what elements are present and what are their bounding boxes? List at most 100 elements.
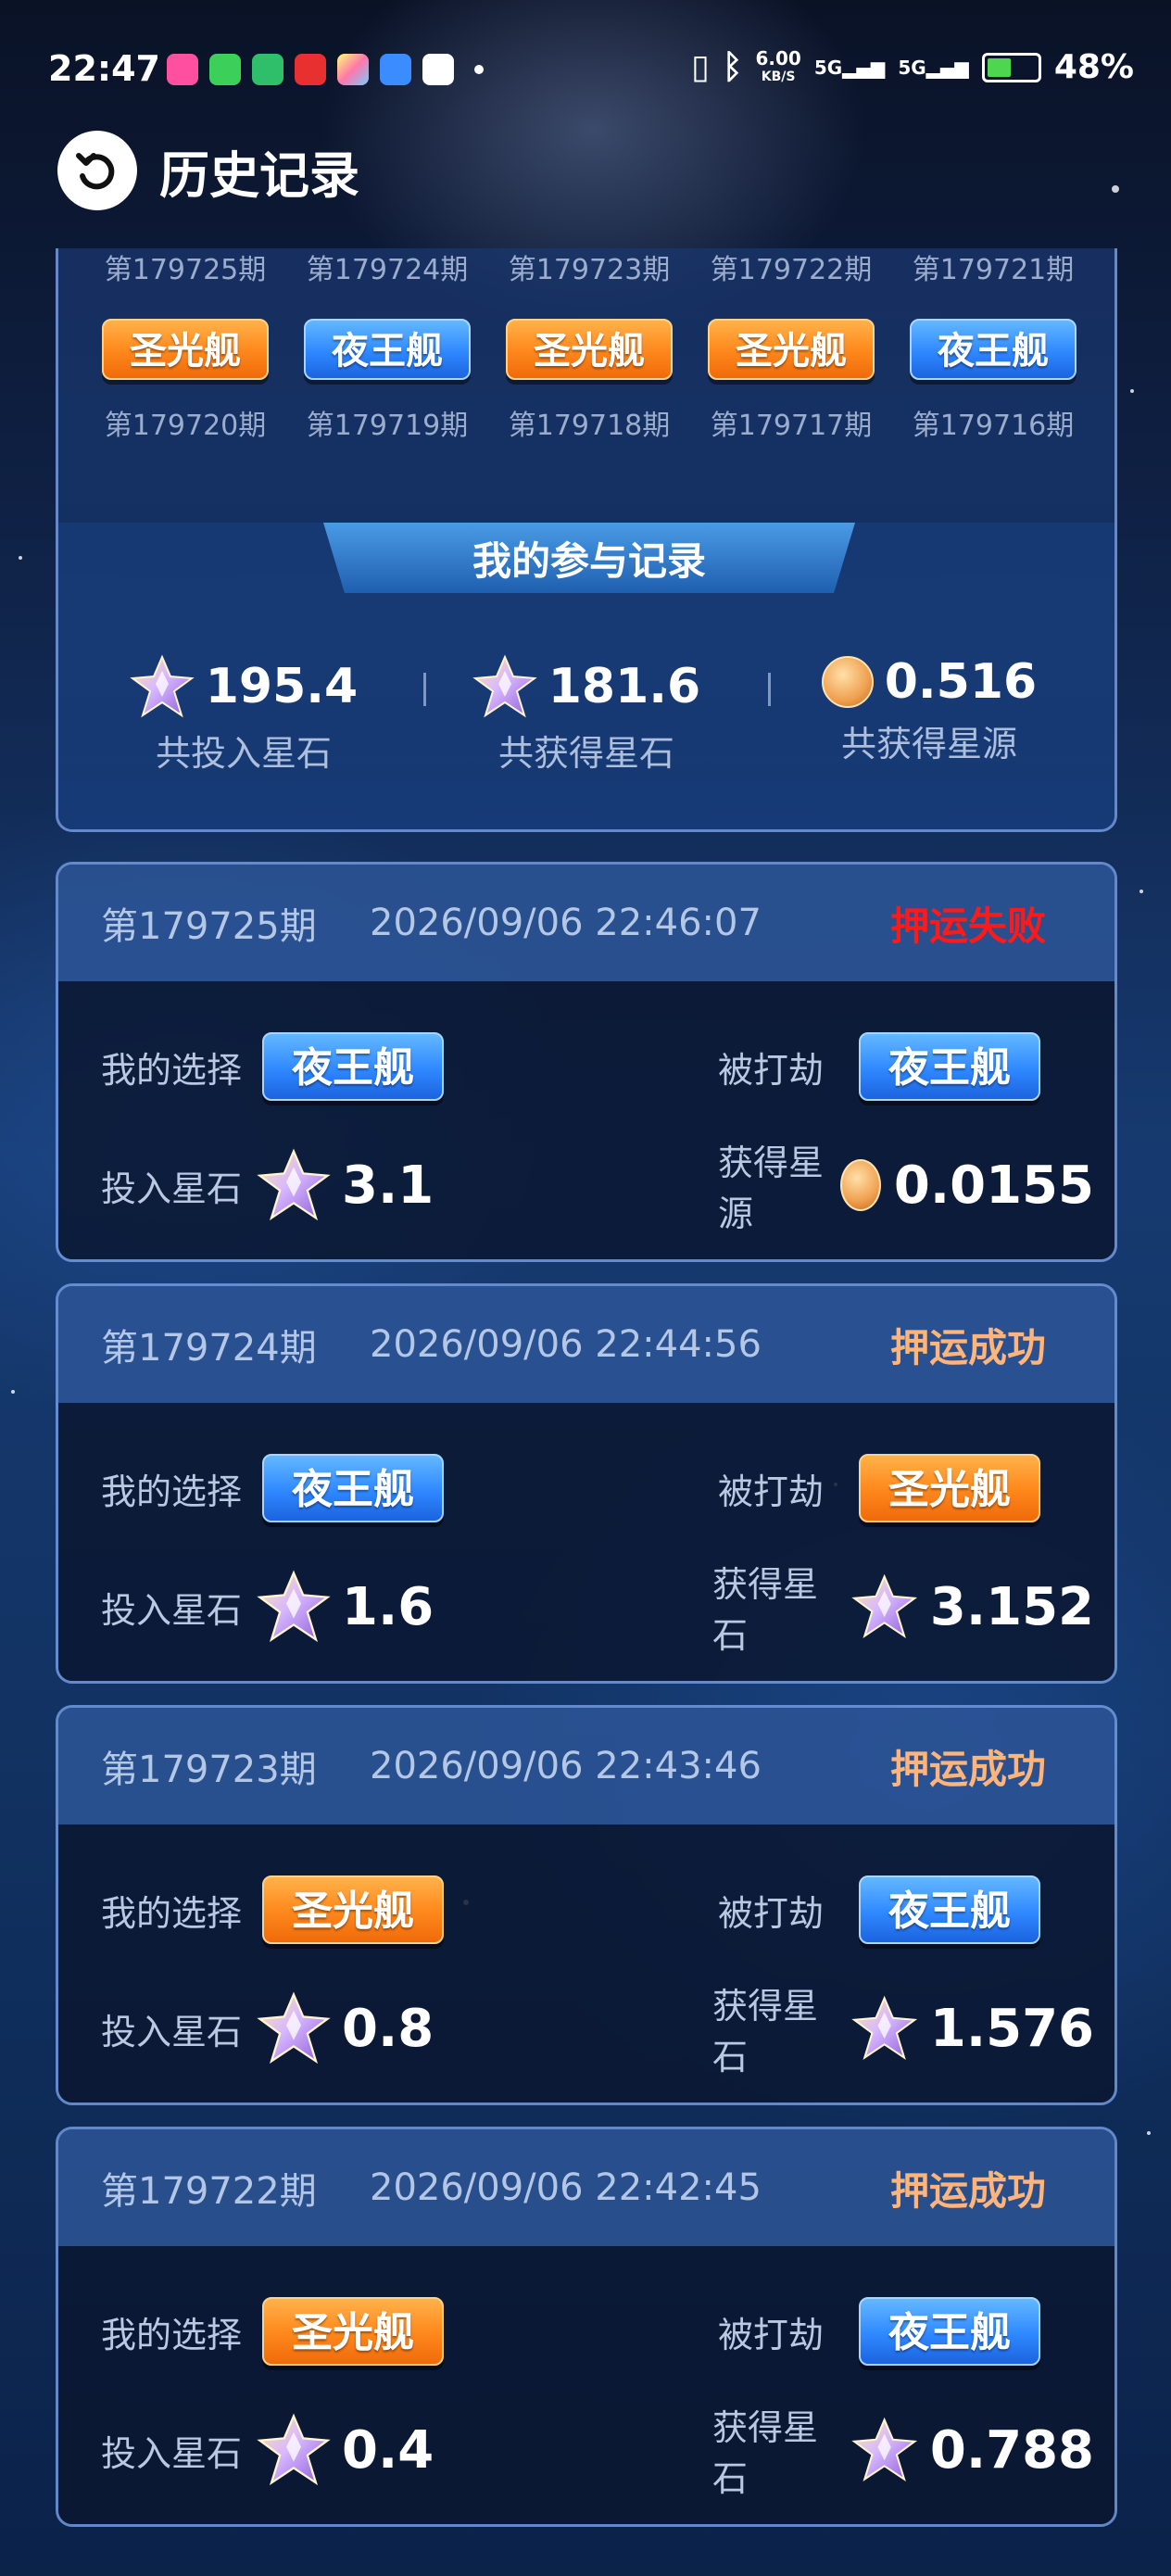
title-bar: 历史记录 xyxy=(57,126,359,215)
gain-value: 1.576 xyxy=(929,1998,1094,2059)
robbed-label: 被打劫 xyxy=(718,2314,825,2355)
history-period: 第179720期 xyxy=(104,410,267,442)
history-period: 第179716期 xyxy=(912,410,1075,442)
star-source-icon xyxy=(839,1159,881,1211)
status-time: 22:47 xyxy=(48,48,160,89)
invested-value: 0.8 xyxy=(342,1998,434,2059)
notification-icons xyxy=(167,54,484,85)
record-card-header: 第179724期 2026/09/06 22:44:56 押运成功 xyxy=(58,1286,1114,1403)
history-ships-row: 圣光舰 夜王舰 圣光舰 圣光舰 夜王舰 xyxy=(58,319,1114,380)
record-period: 第179722期 xyxy=(101,2170,317,2213)
record-result-status: 押运成功 xyxy=(889,2167,1046,2214)
network-speed-unit: KB/S xyxy=(761,69,796,84)
record-time: 2026/09/06 22:46:07 xyxy=(370,902,762,944)
choice-row: 我的选择 夜王舰 被打劫 圣光舰 xyxy=(101,1442,1094,1534)
choice-row: 我的选择 圣光舰 被打劫 夜王舰 xyxy=(101,1863,1094,1956)
record-card-header: 第179723期 2026/09/06 22:43:46 押运成功 xyxy=(58,1708,1114,1825)
history-period: 第179718期 xyxy=(508,410,671,442)
total-gained-source-value: 0.516 xyxy=(884,654,1038,710)
history-ship-badge: 夜王舰 xyxy=(304,319,471,380)
choice-row: 我的选择 圣光舰 被打劫 夜王舰 xyxy=(101,2285,1094,2378)
back-arrow-icon xyxy=(76,153,115,190)
divider xyxy=(423,673,426,706)
robbed-ship-badge: 夜王舰 xyxy=(859,1032,1041,1101)
my-choice-ship-badge: 夜王舰 xyxy=(262,1032,445,1101)
record-result-status: 押运失败 xyxy=(889,903,1046,949)
history-period: 第179719期 xyxy=(306,410,469,442)
history-ship-badge: 圣光舰 xyxy=(506,319,673,380)
download-app-icon xyxy=(252,54,283,85)
record-time: 2026/09/06 22:42:45 xyxy=(370,2166,762,2209)
gain-group: 获得星源 0.0155 xyxy=(718,1134,1094,1236)
star-stone-icon xyxy=(131,656,193,716)
my-choice-label: 我的选择 xyxy=(101,1892,243,1934)
record-card: 第179724期 2026/09/06 22:44:56 押运成功 我的选择 夜… xyxy=(56,1283,1117,1684)
record-card: 第179725期 2026/09/06 22:46:07 押运失败 我的选择 夜… xyxy=(56,862,1117,1262)
participation-title: 我的参与记录 xyxy=(323,523,855,593)
photos-app-icon xyxy=(337,54,369,85)
back-button[interactable] xyxy=(57,131,137,210)
gain-label: 获得星石 xyxy=(712,1986,819,2077)
robbed-group: 被打劫 夜王舰 xyxy=(718,1875,1041,1944)
history-ship-badge: 圣光舰 xyxy=(708,319,875,380)
robbed-group: 被打劫 夜王舰 xyxy=(718,1032,1041,1101)
record-card-body: 我的选择 圣光舰 被打劫 夜王舰 投入星石 0.4 获得星石 0.788 xyxy=(58,2246,1114,2524)
history-ship-badge: 夜王舰 xyxy=(910,319,1077,380)
mobile-app-icon xyxy=(422,54,454,85)
network-speed-value: 6.00 xyxy=(755,46,801,69)
message-app-icon xyxy=(209,54,241,85)
my-choice-ship-badge: 夜王舰 xyxy=(262,1454,445,1522)
record-result-status: 押运成功 xyxy=(889,1324,1046,1370)
star-source-icon xyxy=(821,656,874,708)
robbed-ship-badge: 圣光舰 xyxy=(859,1454,1041,1522)
record-card: 第179723期 2026/09/06 22:43:46 押运成功 我的选择 圣… xyxy=(56,1705,1117,2105)
total-gained-source-label: 共获得星源 xyxy=(840,724,1017,764)
invested-stone-label: 投入星石 xyxy=(101,2011,243,2052)
record-card-body: 我的选择 夜王舰 被打劫 夜王舰 投入星石 3.1 获得星源 0.0155 xyxy=(58,981,1114,1259)
record-time: 2026/09/06 22:44:56 xyxy=(370,1323,762,1366)
invested-value: 0.4 xyxy=(342,2419,434,2481)
vibrate-icon: ▯ xyxy=(691,48,710,86)
news-app-icon xyxy=(295,54,326,85)
music-app-icon xyxy=(167,54,198,85)
record-period: 第179724期 xyxy=(101,1327,317,1370)
total-gained-stones-label: 共获得星石 xyxy=(497,733,674,774)
star-stone-icon xyxy=(258,1150,329,1219)
history-row-partial: 第179725期 第179724期 第179723期 第179722期 第179… xyxy=(58,248,1114,287)
record-card-header: 第179722期 2026/09/06 22:42:45 押运成功 xyxy=(58,2129,1114,2246)
robbed-ship-badge: 夜王舰 xyxy=(859,1875,1041,1944)
total-invested-value: 195.4 xyxy=(205,659,359,714)
my-choice-ship-badge: 圣光舰 xyxy=(262,2297,445,2366)
gain-group: 获得星石 3.152 xyxy=(712,1556,1094,1658)
network-speed: 6.00 KB/S xyxy=(755,49,800,86)
robbed-label: 被打劫 xyxy=(718,1892,825,1934)
robbed-label: 被打劫 xyxy=(718,1471,825,1512)
status-indicators: ▯ ᛒ 6.00 KB/S 5G▂▄▆ 5G▂▄▆ 48% xyxy=(691,48,1134,86)
gain-label: 获得星石 xyxy=(712,1564,819,1656)
battery-icon xyxy=(981,52,1041,82)
my-choice-label: 我的选择 xyxy=(101,2314,243,2355)
history-panel: 第179725期 第179724期 第179723期 第179722期 第179… xyxy=(56,248,1117,832)
record-period: 第179723期 xyxy=(101,1749,317,1791)
record-card: 第179722期 2026/09/06 22:42:45 押运成功 我的选择 圣… xyxy=(56,2127,1117,2527)
amount-row: 投入星石 1.6 获得星石 3.152 xyxy=(101,1560,1094,1656)
robbed-group: 被打劫 圣光舰 xyxy=(718,1454,1041,1522)
total-invested-label: 共投入星石 xyxy=(155,733,332,774)
status-bar: 22:47 ▯ ᛒ 6.00 KB/S 5G▂▄▆ 5G▂▄▆ 48% xyxy=(0,0,1171,139)
star-stone-icon xyxy=(258,1993,329,2063)
history-period: 第179723期 xyxy=(508,254,671,286)
robbed-group: 被打劫 夜王舰 xyxy=(718,2297,1041,2366)
battery-fill xyxy=(987,57,1011,77)
record-card-body: 我的选择 圣光舰 被打劫 夜王舰 投入星石 0.8 获得星石 1.576 xyxy=(58,1825,1114,2102)
signal-icon-2: 5G▂▄▆ xyxy=(898,56,969,79)
robbed-label: 被打劫 xyxy=(718,1049,825,1091)
bluetooth-icon: ᛒ xyxy=(722,48,743,86)
my-choice-ship-badge: 圣光舰 xyxy=(262,1875,445,1944)
record-card-header: 第179725期 2026/09/06 22:46:07 押运失败 xyxy=(58,865,1114,981)
gain-value: 3.152 xyxy=(929,1576,1094,1637)
total-invested: 195.4 共投入星石 xyxy=(95,654,392,776)
gain-group: 获得星石 1.576 xyxy=(712,1977,1094,2079)
invested-value: 1.6 xyxy=(342,1576,434,1637)
gain-label: 获得星源 xyxy=(718,1143,825,1234)
gain-value: 0.0155 xyxy=(893,1155,1094,1216)
